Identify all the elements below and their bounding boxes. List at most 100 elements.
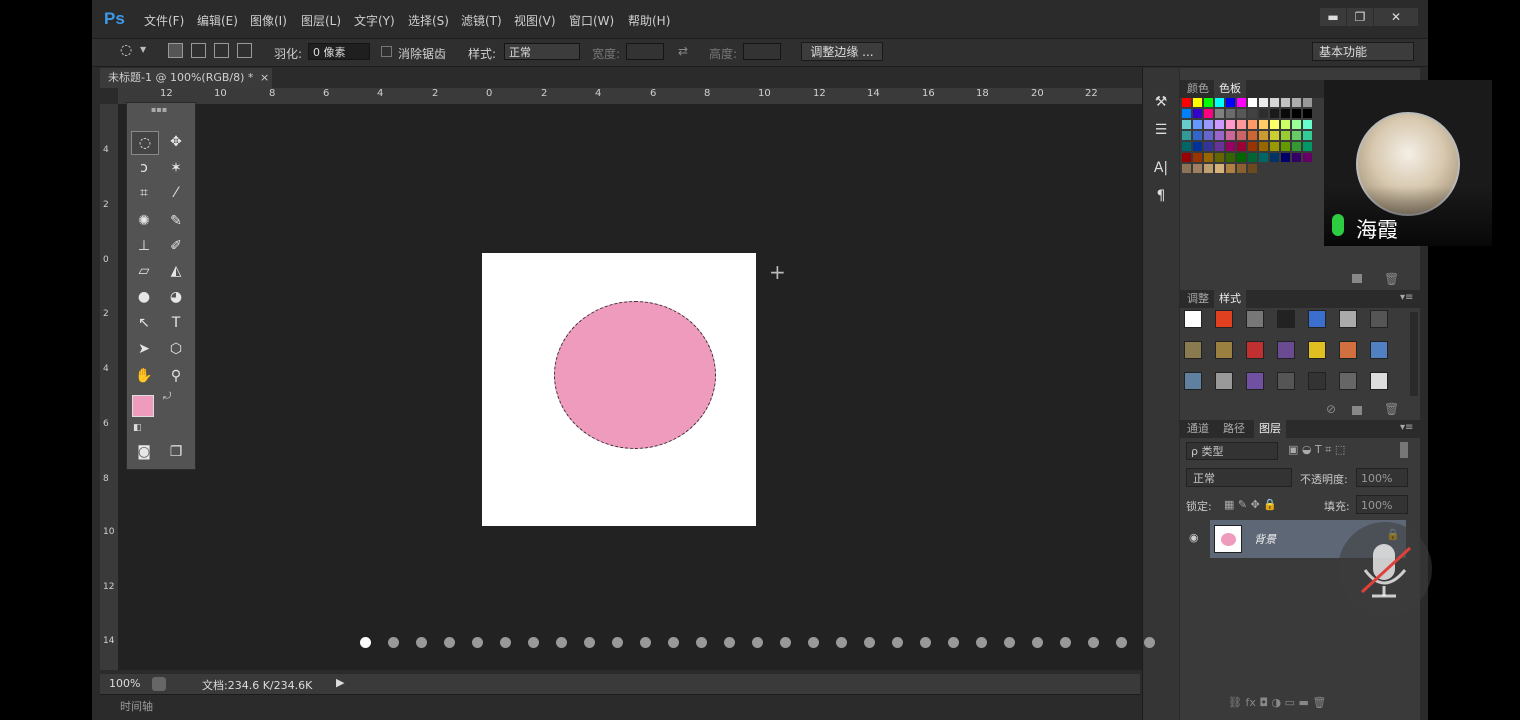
color-swatch[interactable] [1248,131,1257,140]
new-style-icon[interactable] [1352,406,1362,415]
color-swatch[interactable] [1303,142,1312,151]
page-dot[interactable] [752,637,763,648]
video-participant-tile[interactable]: 海霞 [1324,80,1492,246]
menu-type[interactable]: 文字(Y) [354,12,395,29]
color-swatch[interactable] [1281,142,1290,151]
clear-style-icon[interactable]: ⊘ [1326,402,1336,416]
history-icon[interactable]: ⚒ [1151,92,1171,112]
color-swatch[interactable] [1182,120,1191,129]
new-swatch-icon[interactable] [1352,274,1362,283]
page-dot[interactable] [556,637,567,648]
style-swatch[interactable] [1370,372,1388,390]
menu-view[interactable]: 视图(V) [514,12,556,29]
page-dot[interactable] [1032,637,1043,648]
color-swatch[interactable] [1259,109,1268,118]
lasso-tool-icon[interactable]: ↄ [131,157,157,179]
color-swatch[interactable] [1182,98,1191,107]
clone-stamp-tool-icon[interactable]: ⊥ [131,235,157,257]
style-swatch[interactable] [1215,310,1233,328]
color-swatch[interactable] [1226,120,1235,129]
page-dot[interactable] [724,637,735,648]
color-swatch[interactable] [1204,120,1213,129]
page-dot[interactable] [388,637,399,648]
color-swatch[interactable] [1237,131,1246,140]
minimize-button[interactable]: ▬ [1320,8,1346,26]
color-swatch[interactable] [1259,142,1268,151]
page-dot[interactable] [836,637,847,648]
zoom-level[interactable]: 100% [109,677,140,690]
page-dot[interactable] [920,637,931,648]
paint-bucket-tool-icon[interactable]: ◭ [163,260,189,282]
color-swatch[interactable] [1204,142,1213,151]
color-swatch[interactable] [1259,131,1268,140]
subtract-selection-icon[interactable] [214,43,229,58]
style-swatch[interactable] [1215,372,1233,390]
tab-swatches[interactable]: 色板 [1214,80,1246,98]
color-swatch[interactable] [1237,109,1246,118]
color-swatch[interactable] [1215,131,1224,140]
crop-tool-icon[interactable]: ⌗ [131,182,157,204]
default-colors-icon[interactable]: ◧ [133,423,142,433]
color-swatch[interactable] [1193,109,1202,118]
styles-grid[interactable] [1184,310,1404,400]
visibility-eye-icon[interactable]: ◉ [1189,531,1199,544]
color-swatch[interactable] [1259,120,1268,129]
menu-select[interactable]: 选择(S) [408,12,449,29]
hand-tool-icon[interactable]: ✋ [131,365,157,387]
style-swatch[interactable] [1246,372,1264,390]
menu-edit[interactable]: 编辑(E) [197,12,238,29]
color-swatch[interactable] [1292,98,1301,107]
layers-footer-icons[interactable]: ⛓ fx ◘ ◑ ▭ ▬ 🗑 [1228,696,1326,709]
color-swatch[interactable] [1204,109,1213,118]
page-dot[interactable] [528,637,539,648]
page-dot[interactable] [808,637,819,648]
mute-microphone-button[interactable] [1338,522,1432,616]
color-swatch[interactable] [1292,120,1301,129]
color-swatch[interactable] [1226,98,1235,107]
menu-layer[interactable]: 图层(L) [301,12,341,29]
style-swatch[interactable] [1246,310,1264,328]
color-swatch[interactable] [1215,164,1224,173]
color-swatch[interactable] [1226,153,1235,162]
style-swatch[interactable] [1339,310,1357,328]
page-dot[interactable] [444,637,455,648]
screen-mode-icon[interactable]: ❐ [163,441,189,463]
add-selection-icon[interactable] [191,43,206,58]
style-swatch[interactable] [1370,310,1388,328]
color-swatch[interactable] [1292,131,1301,140]
page-dot[interactable] [416,637,427,648]
color-swatch[interactable] [1193,120,1202,129]
page-dot[interactable] [640,637,651,648]
menu-window[interactable]: 窗口(W) [569,12,614,29]
color-swatch[interactable] [1281,98,1290,107]
color-swatch[interactable] [1281,120,1290,129]
page-dot[interactable] [780,637,791,648]
color-swatch[interactable] [1226,109,1235,118]
tab-color[interactable]: 颜色 [1182,80,1214,98]
tab-paths[interactable]: 路径 [1218,420,1250,438]
style-swatch[interactable] [1184,341,1202,359]
color-swatch[interactable] [1182,109,1191,118]
height-input[interactable] [743,43,781,60]
page-dot[interactable] [864,637,875,648]
menu-file[interactable]: 文件(F) [144,12,184,29]
restore-button[interactable]: ❐ [1347,8,1373,26]
close-tab-icon[interactable]: × [260,68,269,88]
style-swatch[interactable] [1370,341,1388,359]
zoom-tool-icon[interactable]: ⚲ [163,365,189,387]
page-dot[interactable] [1004,637,1015,648]
workspace-select[interactable]: 基本功能 [1312,42,1414,61]
color-swatch[interactable] [1248,98,1257,107]
color-swatch[interactable] [1215,142,1224,151]
color-swatch[interactable] [1303,131,1312,140]
color-swatch[interactable] [1270,98,1279,107]
healing-brush-tool-icon[interactable]: ✺ [131,210,157,232]
color-swatch[interactable] [1182,153,1191,162]
refine-edge-button[interactable]: 调整边缘 ... [801,42,883,61]
canvas-area[interactable]: + [118,104,1148,670]
style-swatch[interactable] [1184,372,1202,390]
color-swatch[interactable] [1248,153,1257,162]
color-swatch[interactable] [1270,131,1279,140]
style-swatch[interactable] [1308,341,1326,359]
style-swatch[interactable] [1246,341,1264,359]
